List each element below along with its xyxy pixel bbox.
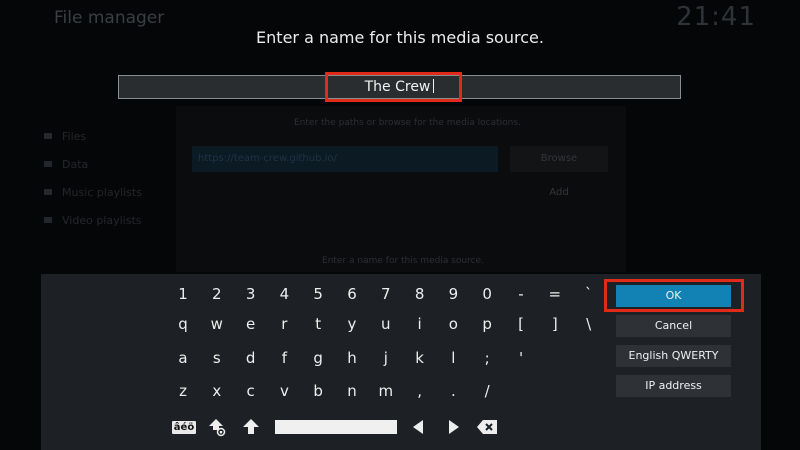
key-3-8[interactable]: k xyxy=(405,346,435,370)
ip-address-button[interactable]: IP address xyxy=(616,375,731,397)
shift-key[interactable] xyxy=(236,415,266,439)
key-3-11[interactable]: ' xyxy=(506,346,536,370)
key-4-10[interactable]: / xyxy=(472,379,502,403)
space-key[interactable] xyxy=(275,420,397,434)
key-1-12[interactable]: = xyxy=(540,282,570,306)
cursor-left-key[interactable] xyxy=(403,415,433,439)
folder-icon xyxy=(44,161,52,167)
key-1-6[interactable]: 6 xyxy=(337,282,367,306)
cursor-right-key[interactable] xyxy=(439,415,469,439)
accent-chars-icon: âéö xyxy=(171,420,197,434)
key-3-10[interactable]: ; xyxy=(472,346,502,370)
cancel-button[interactable]: Cancel xyxy=(616,315,731,337)
key-2-13[interactable]: \ xyxy=(574,312,604,336)
backspace-icon xyxy=(477,420,497,434)
key-3-4[interactable]: f xyxy=(269,346,299,370)
key-2-3[interactable]: e xyxy=(236,312,266,336)
browse-button[interactable]: Browse xyxy=(510,146,608,172)
key-4-4[interactable]: v xyxy=(269,379,299,403)
arrow-right-icon xyxy=(449,420,459,434)
key-3-9[interactable]: l xyxy=(438,346,468,370)
key-2-2[interactable]: w xyxy=(202,312,232,336)
shift-arrow-icon xyxy=(243,419,259,434)
caps-lock-icon xyxy=(209,419,226,437)
sidebar: Files Data Music playlists Video playlis… xyxy=(44,122,184,234)
sidebar-item-video-playlists[interactable]: Video playlists xyxy=(44,206,184,234)
key-3-1[interactable]: a xyxy=(168,346,198,370)
backspace-key[interactable] xyxy=(472,415,502,439)
key-1-1[interactable]: 1 xyxy=(168,282,198,306)
key-1-4[interactable]: 4 xyxy=(269,282,299,306)
name-hint: Enter a name for this media source. xyxy=(322,256,484,266)
key-4-3[interactable]: c xyxy=(236,379,266,403)
paths-hint: Enter the paths or browse for the media … xyxy=(294,118,521,128)
folder-icon xyxy=(44,133,52,139)
dialog-heading: Enter a name for this media source. xyxy=(256,28,544,47)
on-screen-keyboard: 1 2 3 4 5 6 7 8 9 0- = ` q w e r t y u i o p[] \ a s d f g h j k l; ' z x c… xyxy=(41,274,761,450)
input-highlight-box xyxy=(325,72,462,102)
key-1-8[interactable]: 8 xyxy=(405,282,435,306)
key-1-3[interactable]: 3 xyxy=(236,282,266,306)
key-3-3[interactable]: d xyxy=(236,346,266,370)
key-4-8[interactable]: , xyxy=(405,379,435,403)
key-3-6[interactable]: h xyxy=(337,346,367,370)
sidebar-item-data[interactable]: Data xyxy=(44,150,184,178)
add-source-dialog: Enter the paths or browse for the media … xyxy=(176,106,626,272)
key-2-7[interactable]: u xyxy=(371,312,401,336)
key-4-1[interactable]: z xyxy=(168,379,198,403)
source-url-field[interactable]: https://team-crew.github.io/ xyxy=(192,146,498,172)
key-4-9[interactable]: . xyxy=(438,379,468,403)
key-2-11[interactable]: [ xyxy=(506,312,536,336)
key-4-7[interactable]: m xyxy=(371,379,401,403)
key-1-2[interactable]: 2 xyxy=(202,282,232,306)
sidebar-item-files[interactable]: Files xyxy=(44,122,184,150)
key-1-13[interactable]: ` xyxy=(574,282,604,306)
key-2-4[interactable]: r xyxy=(269,312,299,336)
window-title: File manager xyxy=(54,8,165,28)
key-1-5[interactable]: 5 xyxy=(303,282,333,306)
key-3-7[interactable]: j xyxy=(371,346,401,370)
key-2-6[interactable]: y xyxy=(337,312,367,336)
key-2-1[interactable]: q xyxy=(168,312,198,336)
caps-lock-key[interactable] xyxy=(202,415,232,439)
ok-highlight-box xyxy=(604,279,744,312)
symbols-key[interactable]: âéö xyxy=(169,415,199,439)
key-3-5[interactable]: g xyxy=(303,346,333,370)
arrow-left-icon xyxy=(413,420,423,434)
key-3-2[interactable]: s xyxy=(202,346,232,370)
add-button[interactable]: Add xyxy=(510,182,608,204)
key-1-10[interactable]: 0 xyxy=(472,282,502,306)
key-4-2[interactable]: x xyxy=(202,379,232,403)
key-2-12[interactable]: ] xyxy=(540,312,570,336)
key-1-11[interactable]: - xyxy=(506,282,536,306)
folder-icon xyxy=(44,217,52,223)
key-4-5[interactable]: b xyxy=(303,379,333,403)
key-2-9[interactable]: o xyxy=(438,312,468,336)
sidebar-item-music-playlists[interactable]: Music playlists xyxy=(44,178,184,206)
folder-icon xyxy=(44,189,52,195)
key-2-10[interactable]: p xyxy=(472,312,502,336)
key-1-9[interactable]: 9 xyxy=(438,282,468,306)
keyboard-layout-button[interactable]: English QWERTY xyxy=(616,345,731,367)
key-2-5[interactable]: t xyxy=(303,312,333,336)
key-4-6[interactable]: n xyxy=(337,379,367,403)
key-1-7[interactable]: 7 xyxy=(371,282,401,306)
key-2-8[interactable]: i xyxy=(405,312,435,336)
